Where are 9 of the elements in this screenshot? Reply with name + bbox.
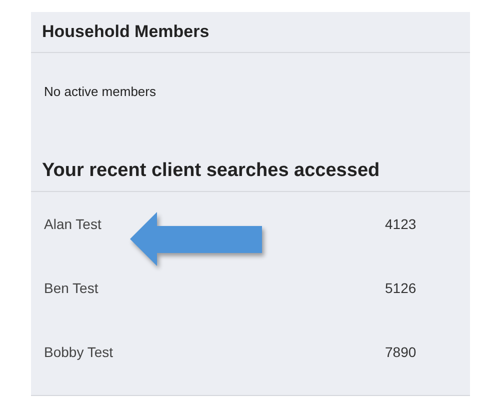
- client-number: 7890: [385, 344, 416, 360]
- section-title: Household Members: [42, 22, 210, 42]
- client-name[interactable]: Alan Test: [44, 216, 385, 232]
- empty-message: No active members: [44, 84, 156, 99]
- client-number: 5126: [385, 280, 416, 296]
- client-name[interactable]: Ben Test: [44, 280, 385, 296]
- section-title: Your recent client searches accessed: [42, 160, 380, 182]
- client-number: 4123: [385, 216, 416, 232]
- client-name[interactable]: Bobby Test: [44, 344, 385, 360]
